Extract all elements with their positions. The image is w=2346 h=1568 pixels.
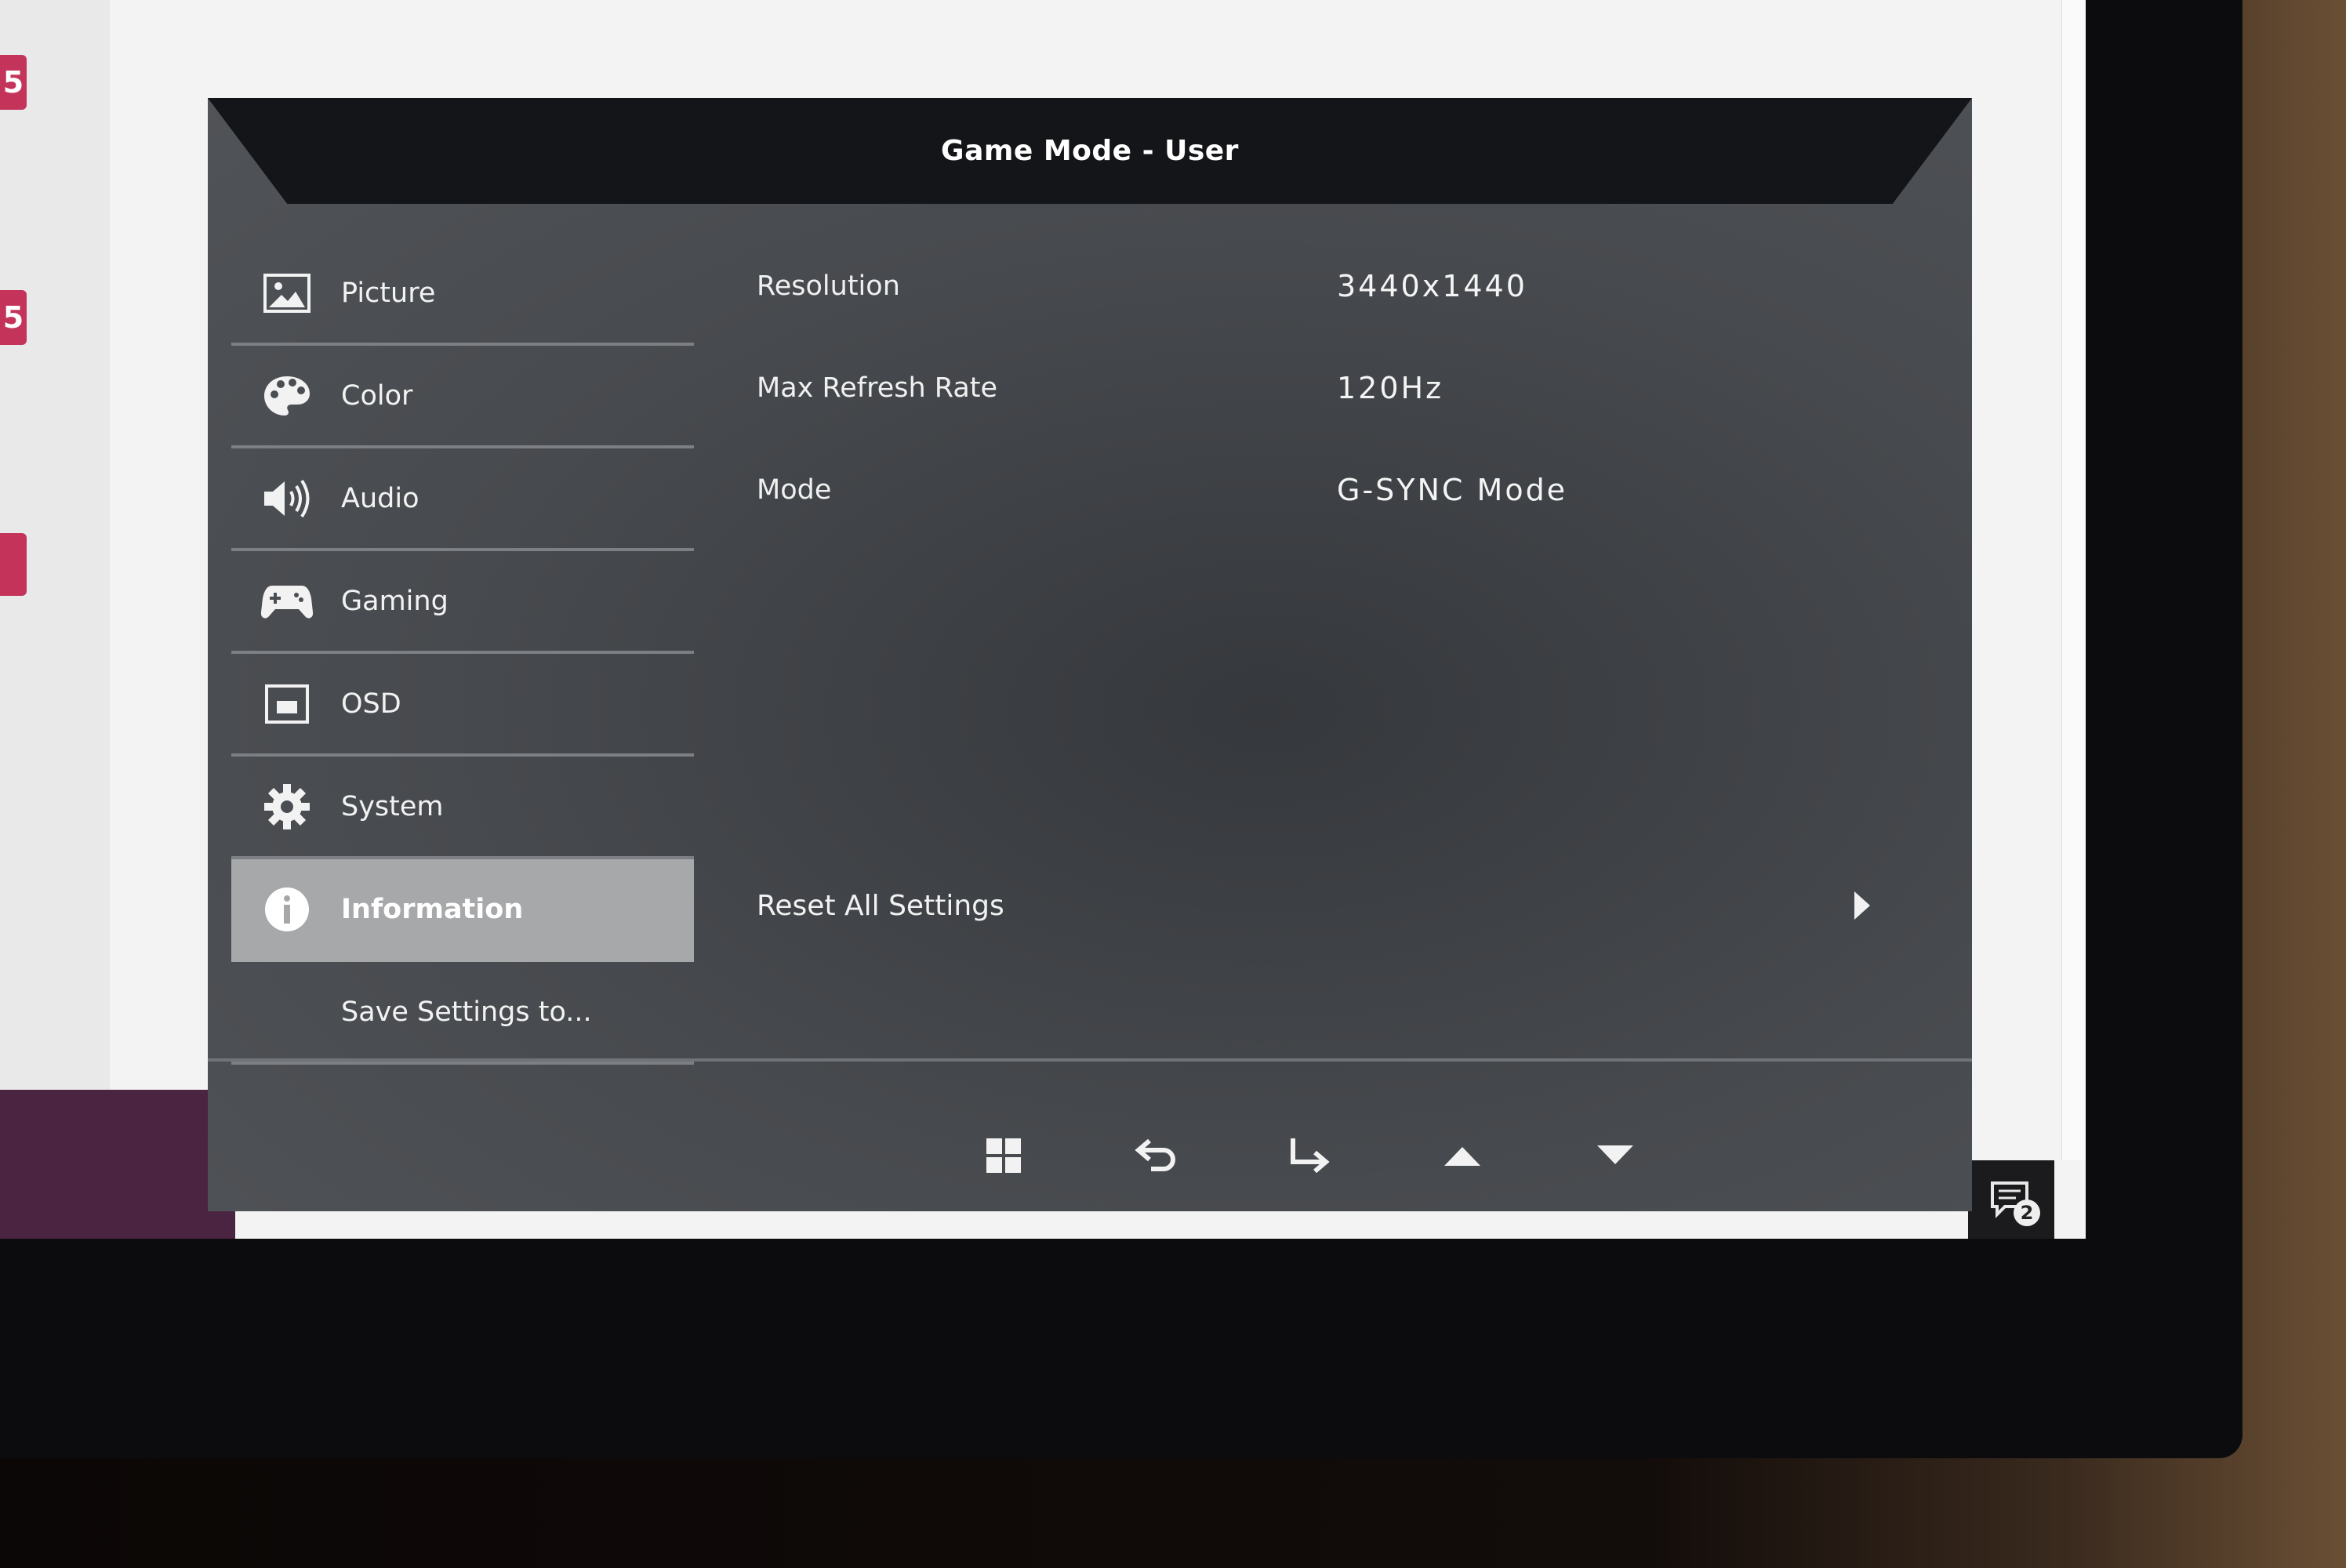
- resolution-label: Resolution: [757, 270, 900, 302]
- monitor-bezel: 5 5 2 Game Mode - User Picture Color Aud…: [0, 0, 2242, 1458]
- osd-menu: Game Mode - User Picture Color Audio Gam…: [208, 98, 1972, 1211]
- menu-item-color[interactable]: Color: [231, 346, 694, 448]
- menu-item-label: Save Settings to...: [341, 996, 592, 1028]
- down-button[interactable]: [1584, 1124, 1647, 1187]
- info-row-mode: Mode G-SYNC Mode: [757, 466, 1776, 514]
- menu-item-label: Gaming: [341, 585, 448, 617]
- enter-icon: [1291, 1138, 1330, 1174]
- back-button[interactable]: [1125, 1124, 1188, 1187]
- resolution-value: 3440x1440: [1337, 269, 1527, 303]
- monitor-screen: 5 5 2 Game Mode - User Picture Color Aud…: [0, 0, 2086, 1239]
- menu-grid-icon: [986, 1138, 1021, 1173]
- desktop-tag: 5: [0, 290, 27, 345]
- reset-all-settings[interactable]: Reset All Settings: [757, 870, 1870, 941]
- menu-grid-button[interactable]: [972, 1124, 1035, 1187]
- menu-item-label: Color: [341, 379, 413, 412]
- osd-button-bar: [972, 1124, 1647, 1187]
- desktop-left-strip: 5 5: [0, 0, 110, 1098]
- menu-item-picture[interactable]: Picture: [231, 243, 694, 346]
- desktop-tag-marker: [0, 533, 27, 596]
- mode-label: Mode: [757, 474, 832, 506]
- refresh-rate-value: 120Hz: [1337, 371, 1444, 405]
- reset-all-settings-label: Reset All Settings: [757, 889, 1004, 922]
- desktop-purple-panel: [0, 1090, 235, 1239]
- osd-sidebar: Picture Color Audio Gaming OSD System In…: [231, 243, 694, 1065]
- menu-item-label: Audio: [341, 482, 419, 514]
- info-row-resolution: Resolution 3440x1440: [757, 263, 1776, 310]
- enter-button[interactable]: [1278, 1124, 1341, 1187]
- osd-title: Game Mode - User: [941, 135, 1239, 167]
- mode-value: G-SYNC Mode: [1337, 473, 1568, 507]
- speaker-icon: [260, 471, 314, 526]
- desktop-tag: 5: [0, 55, 27, 110]
- palette-icon: [260, 368, 314, 423]
- gamepad-icon: [260, 574, 314, 629]
- up-button[interactable]: [1431, 1124, 1494, 1187]
- menu-item-label: Picture: [341, 277, 436, 309]
- menu-item-label: OSD: [341, 688, 401, 720]
- osd-icon: [260, 677, 314, 731]
- menu-item-gaming[interactable]: Gaming: [231, 551, 694, 654]
- back-icon: [1135, 1138, 1175, 1171]
- refresh-rate-label: Max Refresh Rate: [757, 372, 998, 404]
- notification-button[interactable]: 2: [1968, 1160, 2054, 1239]
- up-arrow-icon: [1444, 1147, 1480, 1166]
- info-row-refresh-rate: Max Refresh Rate 120Hz: [757, 365, 1776, 412]
- menu-item-label: System: [341, 790, 444, 822]
- notification-count-badge: 2: [2014, 1200, 2040, 1226]
- menu-item-osd[interactable]: OSD: [231, 654, 694, 757]
- menu-item-information[interactable]: Information: [231, 859, 694, 962]
- chevron-right-icon: [1854, 891, 1870, 920]
- menu-item-label: Information: [341, 893, 524, 925]
- menu-item-save-settings[interactable]: Save Settings to...: [231, 962, 694, 1065]
- menu-item-audio[interactable]: Audio: [231, 448, 694, 551]
- osd-footer: [208, 1058, 1972, 1214]
- down-arrow-icon: [1597, 1145, 1633, 1164]
- osd-header: Game Mode - User: [208, 98, 1972, 204]
- menu-item-system[interactable]: System: [231, 757, 694, 859]
- gear-icon: [260, 779, 314, 834]
- desktop-scrollbar[interactable]: [2061, 0, 2086, 1160]
- picture-icon: [260, 266, 314, 321]
- info-icon: [260, 882, 314, 937]
